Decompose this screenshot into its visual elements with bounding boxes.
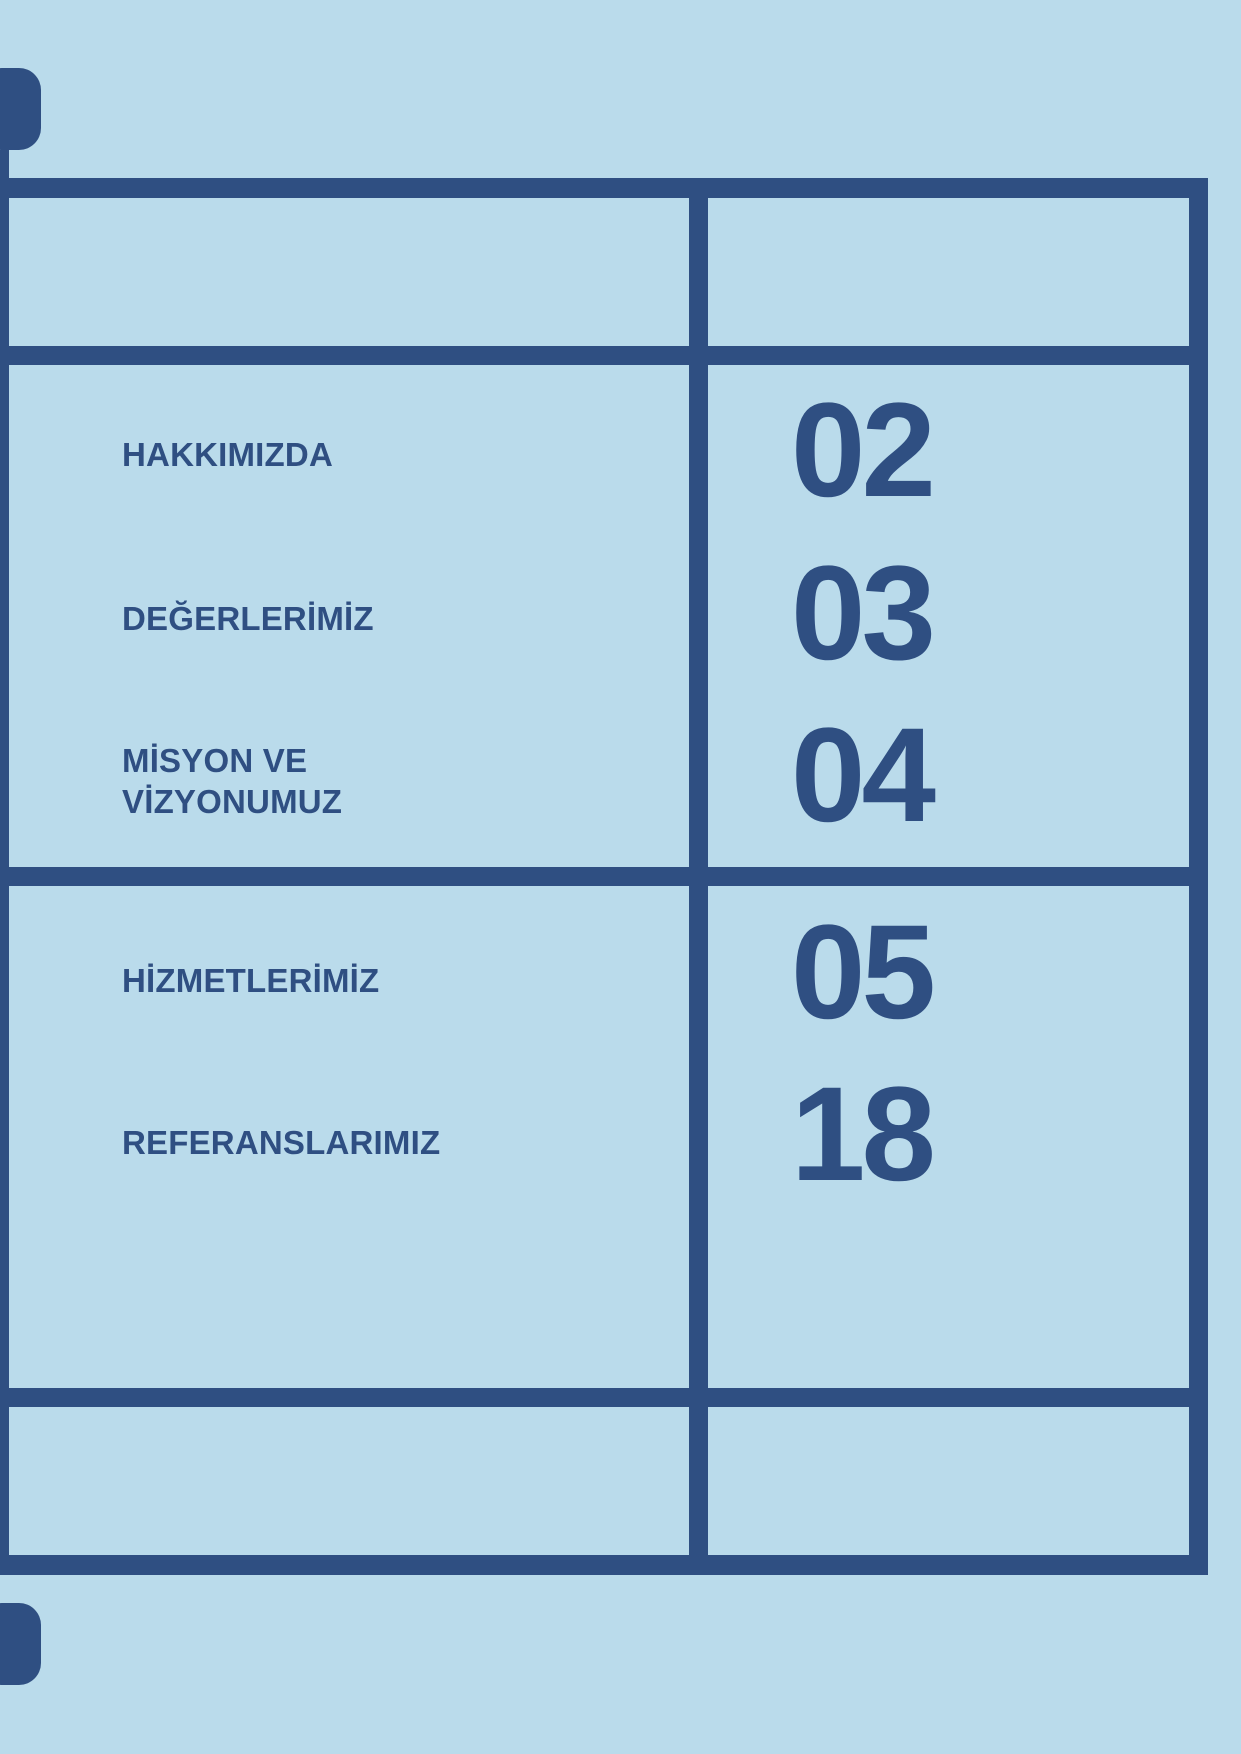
contents-item-label[interactable]: MİSYON VE VİZYONUMUZ	[122, 740, 342, 822]
contents-item-label[interactable]: DEĞERLERİMİZ	[122, 598, 374, 639]
table-rule-left	[0, 150, 9, 1575]
contents-item-page-number[interactable]: 18	[722, 1068, 936, 1202]
contents-item-page-number[interactable]: 03	[722, 547, 936, 681]
contents-item-page-number[interactable]: 04	[722, 709, 936, 843]
contents-item-page-number[interactable]: 02	[722, 384, 936, 518]
top-tab-decoration	[0, 68, 41, 150]
contents-item-label[interactable]: HAKKIMIZDA	[122, 434, 333, 475]
table-rule-top	[0, 178, 1208, 198]
table-rule-bottom	[0, 1555, 1208, 1575]
contents-item-label[interactable]: REFERANSLARIMIZ	[122, 1122, 440, 1163]
table-rule-middle	[0, 867, 1208, 886]
contents-item-label[interactable]: HİZMETLERİMİZ	[122, 960, 379, 1001]
table-rule-lower	[0, 1388, 1208, 1407]
table-rule-center	[689, 178, 708, 1575]
table-rule-upper	[0, 346, 1208, 365]
contents-item-page-number[interactable]: 05	[722, 906, 936, 1040]
bottom-tab-decoration	[0, 1603, 41, 1685]
table-rule-right	[1189, 178, 1208, 1575]
